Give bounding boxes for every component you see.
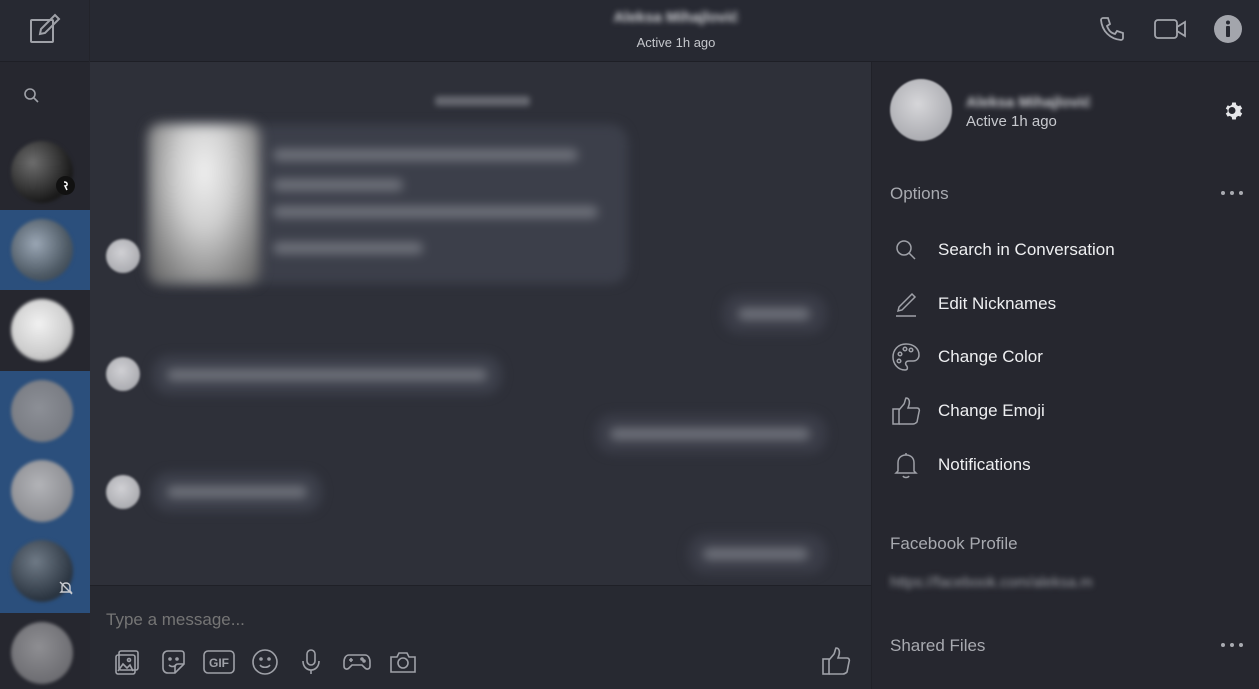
info-icon[interactable]: [1211, 12, 1245, 46]
avatar: [11, 299, 73, 361]
avatar: [890, 79, 952, 141]
option-label: Search in Conversation: [938, 240, 1115, 259]
option-notifications[interactable]: Notifications: [890, 445, 1242, 485]
pencil-icon: [890, 288, 922, 320]
avatar: [11, 622, 73, 684]
conversation-item[interactable]: [0, 210, 90, 290]
avatar: [11, 219, 73, 281]
option-label: Notifications: [938, 455, 1031, 474]
option-change-color[interactable]: Change Color: [890, 337, 1242, 377]
composer-tools: GIF: [111, 646, 419, 678]
thumbs-up-icon[interactable]: [821, 646, 853, 678]
contact-name: Aleksa Mihajlović: [966, 94, 1092, 111]
game-controller-icon[interactable]: [341, 646, 373, 678]
profile-link[interactable]: https://facebook.com/aleksa.m: [890, 574, 1093, 591]
option-label: Change Color: [938, 347, 1043, 366]
sticker-icon[interactable]: [157, 646, 189, 678]
facebook-profile-heading: Facebook Profile: [890, 534, 1018, 553]
conversation-info-panel: Aleksa Mihajlović Active 1h ago Options …: [871, 62, 1259, 689]
image-icon[interactable]: [111, 646, 143, 678]
phone-icon[interactable]: [1095, 12, 1129, 46]
option-edit-nicknames[interactable]: Edit Nicknames: [890, 284, 1242, 324]
compose-icon[interactable]: [28, 12, 62, 46]
conversation-title: Aleksa Mihajlović Active 1h ago: [600, 9, 752, 50]
conversation-item[interactable]: [0, 290, 90, 370]
message-bubble: [722, 294, 827, 334]
conversation-list: [0, 62, 90, 689]
message-composer: GIF: [90, 585, 871, 689]
thumbs-up-icon: [890, 395, 922, 427]
message-bubble: [595, 414, 827, 454]
avatar: [106, 357, 140, 391]
shared-files-heading: Shared Files: [890, 636, 986, 655]
more-dots-icon[interactable]: [1221, 191, 1243, 197]
conversation-item[interactable]: [0, 371, 90, 451]
message-thread: [90, 62, 871, 585]
camera-icon[interactable]: [387, 646, 419, 678]
option-search-conversation[interactable]: Search in Conversation: [890, 230, 1242, 270]
active-status: Active 1h ago: [636, 35, 716, 50]
bell-icon: [890, 449, 922, 481]
option-label: Edit Nicknames: [938, 294, 1057, 313]
conversation-item[interactable]: [0, 531, 90, 613]
microphone-icon[interactable]: [295, 646, 327, 678]
message-bubble: [152, 355, 502, 395]
palette-icon: [890, 341, 922, 373]
option-change-emoji[interactable]: Change Emoji: [890, 391, 1242, 431]
more-dots-icon[interactable]: [1221, 643, 1243, 649]
search-icon[interactable]: [22, 86, 42, 106]
message-bubble: [688, 534, 827, 574]
conversation-item[interactable]: [0, 451, 90, 531]
video-camera-icon[interactable]: [1153, 12, 1187, 46]
svg-text:GIF: GIF: [209, 656, 229, 670]
search-icon: [890, 234, 922, 266]
option-label: Change Emoji: [938, 401, 1045, 420]
conversation-item[interactable]: [0, 132, 90, 212]
header-actions: [1095, 12, 1245, 46]
top-bar: Aleksa Mihajlović Active 1h ago: [0, 0, 1259, 62]
gif-icon[interactable]: GIF: [203, 646, 235, 678]
date-divider: [435, 96, 530, 106]
muted-icon: [57, 579, 75, 597]
avatar: [106, 239, 140, 273]
contact-name: Aleksa Mihajlović: [613, 9, 739, 26]
message-input[interactable]: [106, 610, 706, 630]
conversation-item[interactable]: [0, 613, 90, 689]
gear-icon[interactable]: [1222, 99, 1246, 123]
emoji-icon[interactable]: [249, 646, 281, 678]
photo-attachment[interactable]: [148, 124, 260, 284]
avatar: [11, 460, 73, 522]
status-badge: [56, 176, 75, 195]
message-bubble: [152, 472, 322, 512]
divider: [89, 0, 90, 62]
avatar: [11, 380, 73, 442]
avatar: [106, 475, 140, 509]
active-status: Active 1h ago: [966, 113, 1057, 130]
options-heading: Options: [890, 184, 949, 203]
